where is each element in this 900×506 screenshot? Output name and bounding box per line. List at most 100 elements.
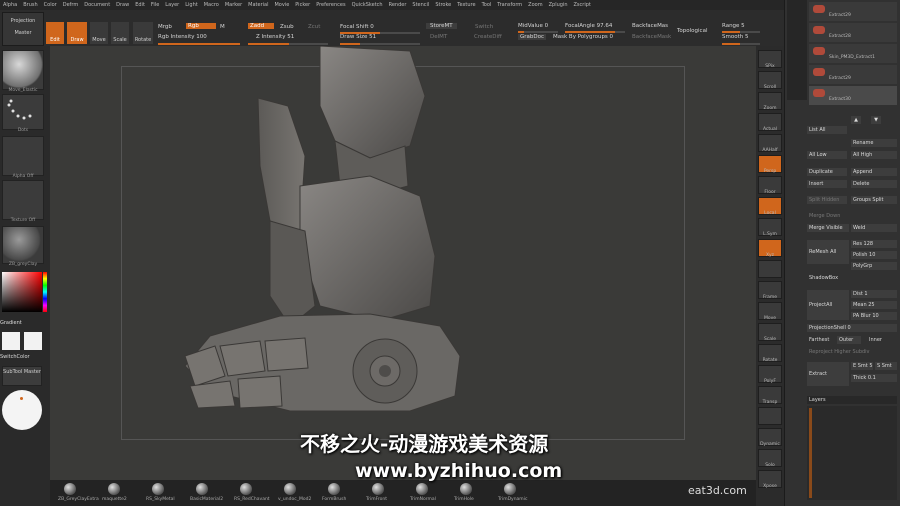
split-hidden-button[interactable]: Split Hidden (807, 196, 847, 204)
menu-item[interactable]: Marker (225, 2, 242, 8)
hue-strip[interactable] (43, 272, 47, 312)
menu-item[interactable]: Draw (116, 2, 129, 8)
menu-item[interactable]: Zoom (528, 2, 542, 8)
subtool-row[interactable]: Extract30 (809, 86, 897, 105)
menu-item[interactable]: Brush (23, 2, 37, 8)
edit-button[interactable]: Edit (46, 22, 64, 44)
groups-split-button[interactable]: Groups Split (851, 196, 897, 204)
switch-color-button[interactable]: SwitchColor (0, 354, 46, 360)
duplicate-button[interactable]: Duplicate (807, 168, 847, 176)
projection-shell-slider[interactable]: ProjectionShell 0 (807, 324, 897, 332)
remesh-all-button[interactable]: ReMesh All (807, 240, 849, 264)
project-all-button[interactable]: ProjectAll (807, 290, 849, 320)
outer-button[interactable]: Outer (837, 336, 861, 344)
menu-item[interactable]: Alpha (3, 2, 17, 8)
menu-item[interactable]: QuickSketch (352, 2, 383, 8)
material-thumbnail[interactable] (2, 226, 44, 264)
material-swatch-icon[interactable] (108, 483, 120, 495)
menu-item[interactable]: Macro (204, 2, 219, 8)
material-swatch-icon[interactable] (504, 483, 516, 495)
material-swatch-icon[interactable] (328, 483, 340, 495)
menu-item[interactable]: Texture (457, 2, 475, 8)
secondary-color-swatch[interactable] (24, 332, 42, 350)
alpha-thumbnail[interactable] (2, 136, 44, 176)
m-button[interactable]: M (220, 24, 225, 30)
move-button[interactable]: Move (90, 22, 108, 44)
weld-toggle[interactable]: Weld (851, 224, 897, 232)
draw-size-track[interactable] (340, 43, 420, 45)
z-intensity-slider[interactable]: Z Intensity 51 (256, 34, 294, 40)
material-swatch-icon[interactable] (196, 483, 208, 495)
stroke-thumbnail[interactable] (2, 94, 44, 130)
menu-item[interactable]: Stencil (412, 2, 429, 8)
menu-item[interactable]: Defrm (63, 2, 79, 8)
material-swatch-icon[interactable] (416, 483, 428, 495)
switch-button[interactable]: Switch (475, 24, 493, 30)
menu-item[interactable]: Picker (295, 2, 310, 8)
midvalue-track[interactable] (518, 31, 558, 33)
menu-item[interactable]: Color (44, 2, 57, 8)
brush-thumbnail[interactable] (2, 50, 44, 90)
dist-slider[interactable]: Dist 1 (851, 290, 897, 298)
menu-item[interactable]: Material (248, 2, 268, 8)
zcut-button[interactable]: Zcut (308, 24, 320, 30)
mask-by-polygroups-slider[interactable]: Mask By Polygroups 0 (553, 34, 613, 40)
material-swatch-icon[interactable] (240, 483, 252, 495)
color-picker[interactable] (2, 272, 42, 312)
menu-item[interactable]: Layer (165, 2, 179, 8)
storemt-button[interactable]: StoreMT (426, 23, 457, 29)
inner-button[interactable]: Inner (867, 336, 891, 344)
material-swatch-icon[interactable] (284, 483, 296, 495)
farthest-button[interactable]: Farthest (807, 336, 833, 344)
rename-button[interactable]: Rename (851, 139, 897, 147)
all-low-button[interactable]: All Low (807, 151, 847, 159)
subtool-row[interactable]: Extract28 (809, 23, 897, 42)
menu-item[interactable]: Document (84, 2, 110, 8)
layers-list[interactable] (807, 406, 897, 500)
menu-item[interactable]: Movie (274, 2, 289, 8)
insert-button[interactable]: Insert (807, 180, 847, 188)
topological-button[interactable]: Topological (677, 28, 707, 34)
merge-visible-button[interactable]: Merge Visible (807, 224, 849, 232)
menu-item[interactable]: Light (185, 2, 197, 8)
polish-slider[interactable]: Polish 10 (851, 251, 897, 259)
mrgb-button[interactable]: Mrgb (158, 24, 172, 30)
backfacemask-button[interactable]: BackfaceMask (632, 34, 671, 40)
subtool-master-button[interactable]: SubTool Master (2, 366, 42, 386)
zadd-button[interactable]: Zadd (248, 23, 274, 29)
menu-item[interactable]: Zscript (573, 2, 590, 8)
scale-button[interactable]: Scale (111, 22, 129, 44)
rgb-button[interactable]: Rgb (186, 23, 216, 29)
smooth-slider[interactable]: Smooth 5 (722, 34, 748, 40)
creatediff-button[interactable]: CreateDiff (474, 34, 502, 40)
move-down-button[interactable]: ▼ (871, 116, 881, 124)
merge-down-button[interactable]: Merge Down (807, 212, 857, 220)
menu-item[interactable]: Zplugin (549, 2, 568, 8)
grabdoc-button[interactable]: GrabDoc (518, 34, 547, 40)
range-track[interactable] (722, 31, 760, 33)
extract-button[interactable]: Extract (807, 362, 849, 386)
material-swatch-icon[interactable] (64, 483, 76, 495)
menu-item[interactable]: Transform (497, 2, 522, 8)
backface-mas-button[interactable]: BackfaceMas (632, 23, 668, 29)
res-slider[interactable]: Res 128 (851, 240, 897, 248)
subtool-scroll[interactable] (787, 0, 807, 100)
reproject-button[interactable]: Reproject Higher Subdiv (807, 348, 897, 356)
pa-blur-slider[interactable]: PA Blur 10 (851, 312, 897, 320)
layers-scrollbar[interactable] (809, 408, 812, 498)
shelf-button[interactable] (758, 260, 782, 278)
subtool-row[interactable]: Extract29 (809, 2, 897, 21)
delete-button[interactable]: Delete (851, 180, 897, 188)
draw-size-slider[interactable]: Draw Size 51 (340, 34, 376, 40)
all-high-button[interactable]: All High (851, 151, 897, 159)
layers-header[interactable]: Layers (807, 396, 897, 404)
projection-master-button[interactable]: Projection Master (2, 12, 44, 46)
rgb-intensity-track[interactable] (158, 43, 240, 45)
material-swatch-icon[interactable] (372, 483, 384, 495)
range-slider[interactable]: Range 5 (722, 23, 745, 29)
shadowbox-button[interactable]: ShadowBox (807, 274, 857, 282)
list-all-button[interactable]: List All (807, 126, 847, 134)
menu-item[interactable]: Preferences (316, 2, 345, 8)
texture-thumbnail[interactable] (2, 180, 44, 220)
shelf-button[interactable] (758, 407, 782, 425)
